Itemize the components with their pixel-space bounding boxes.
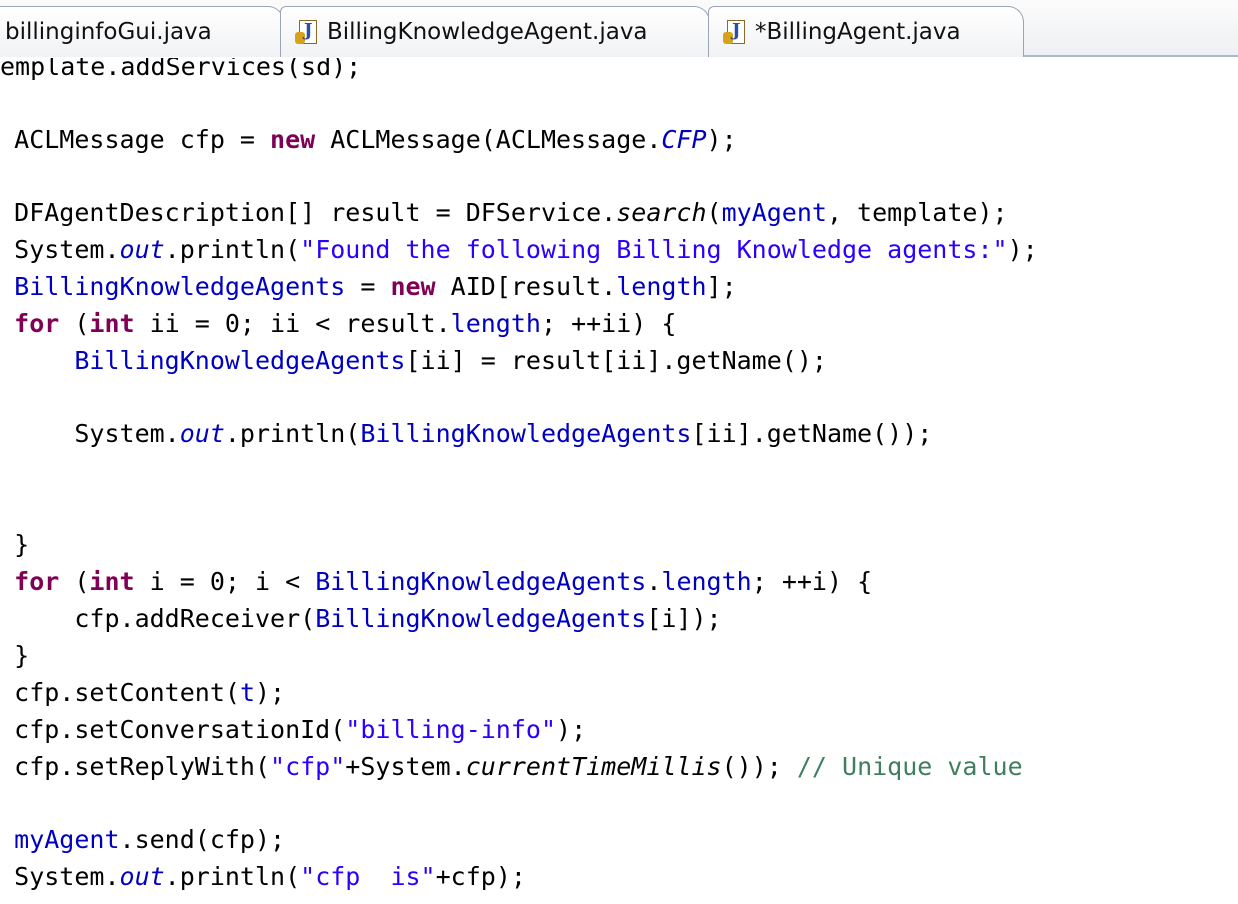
java-file-icon: J: [295, 18, 319, 46]
code-token: search: [616, 198, 707, 227]
code-line: BillingKnowledgeAgents = new AID[result.…: [0, 269, 737, 305]
code-token: DFAgentDescription[] result = DFService.: [0, 198, 617, 227]
code-token: "cfp is": [300, 862, 436, 891]
code-line: cfp.setContent(t);: [0, 675, 285, 711]
code-token: currentTimeMillis: [465, 752, 722, 781]
editor-tab-bar: billinginfoGui.java J BillingKnowledgeAg…: [0, 0, 1238, 57]
tab-billinginfogui[interactable]: billinginfoGui.java: [0, 6, 284, 57]
code-token: emplate.addServices(sd);: [0, 58, 362, 81]
code-token: ACLMessage(ACLMessage.: [315, 125, 662, 154]
code-line: myAgent.send(cfp);: [0, 822, 285, 858]
code-token: new: [270, 125, 316, 154]
code-token: t: [239, 678, 255, 707]
code-line: emplate.addServices(sd);: [0, 58, 361, 85]
code-token: [ii].getName());: [691, 419, 933, 448]
code-token: =: [345, 272, 391, 301]
code-token: (: [59, 567, 90, 596]
code-line: ACLMessage cfp = new ACLMessage(ACLMessa…: [0, 122, 737, 158]
code-token: cfp.setContent(: [14, 678, 240, 707]
code-token: ACLMessage cfp =: [14, 125, 255, 154]
code-token: myAgent: [14, 825, 120, 854]
java-file-icon: J: [723, 18, 747, 46]
code-token: cfp.setReplyWith(: [14, 752, 271, 781]
code-token: +System.: [345, 752, 466, 781]
code-token: BillingKnowledgeAgents: [315, 567, 647, 596]
code-token: .println(: [164, 235, 301, 264]
code-token: .println(: [164, 862, 301, 891]
code-token: // Unique value: [796, 752, 1023, 781]
code-token: "cfp": [270, 752, 346, 781]
code-token: ];: [706, 272, 737, 301]
code-token: [ii] = result[ii].getName();: [405, 346, 827, 375]
code-token: }: [14, 641, 30, 670]
code-line: System.out.println("cfp is"+cfp);: [0, 859, 526, 895]
code-line: cfp.setConversationId("billing-info");: [0, 712, 586, 748]
code-token: ; ++i) {: [751, 567, 873, 596]
code-token: for: [14, 567, 60, 596]
code-token: out: [119, 235, 165, 264]
code-token: ii = 0; ii < result.: [134, 309, 451, 338]
code-token: System.: [14, 235, 120, 264]
code-token: cfp.addReceiver(: [0, 604, 316, 633]
code-token: );: [1007, 235, 1038, 264]
code-token: cfp.setConversationId(: [0, 715, 346, 744]
code-token: );: [706, 125, 737, 154]
code-token: .send(cfp);: [119, 825, 286, 854]
tab-billingagent[interactable]: J *BillingAgent.java: [708, 6, 1024, 57]
tab-label: *BillingAgent.java: [755, 19, 961, 45]
code-token: [i]);: [646, 604, 722, 633]
code-token: "Found the following Billing Knowledge a…: [300, 235, 1008, 264]
code-line: cfp.addReceiver(BillingKnowledgeAgents[i…: [0, 601, 722, 637]
code-token: for: [14, 309, 60, 338]
code-token: +cfp);: [435, 862, 526, 891]
code-token: new: [390, 272, 436, 301]
tab-label: billinginfoGui.java: [5, 19, 212, 45]
code-token: int: [89, 567, 135, 596]
code-token: BillingKnowledgeAgents: [14, 272, 346, 301]
code-token: CFP: [661, 125, 707, 154]
code-token: length: [661, 567, 752, 596]
code-line: BillingKnowledgeAgents[ii] = result[ii].…: [0, 343, 827, 379]
code-token: BillingKnowledgeAgents: [360, 419, 692, 448]
code-token: (: [706, 198, 722, 227]
code-token: , template);: [826, 198, 1008, 227]
code-token: length: [450, 309, 541, 338]
code-line: System.out.println("Found the following …: [0, 232, 1038, 268]
code-line: }: [0, 527, 29, 563]
code-line: }: [0, 638, 29, 674]
code-token: );: [255, 678, 286, 707]
code-line: System.out.println(BillingKnowledgeAgent…: [0, 416, 932, 452]
code-line: DFAgentDescription[] result = DFService.…: [0, 195, 1008, 231]
code-line: for (int i = 0; i < BillingKnowledgeAgen…: [0, 564, 872, 600]
code-token: );: [556, 715, 587, 744]
code-token: myAgent: [721, 198, 827, 227]
code-line: cfp.setReplyWith("cfp"+System.currentTim…: [0, 749, 1023, 785]
code-token: ; ++ii) {: [540, 309, 677, 338]
code-token: System.: [74, 419, 180, 448]
code-token: (: [59, 309, 90, 338]
tab-label: BillingKnowledgeAgent.java: [327, 19, 648, 45]
code-token: }: [14, 530, 30, 559]
code-editor[interactable]: emplate.addServices(sd); ACLMessage cfp …: [0, 58, 1238, 904]
code-token: .: [646, 567, 662, 596]
code-token: out: [119, 862, 165, 891]
code-token: i = 0; i <: [134, 567, 316, 596]
code-token: ());: [721, 752, 797, 781]
code-token: length: [616, 272, 707, 301]
code-token: BillingKnowledgeAgents: [74, 346, 406, 375]
tab-billingknowledgeagent[interactable]: J BillingKnowledgeAgent.java: [280, 6, 710, 57]
code-token: "billing-info": [345, 715, 557, 744]
code-token: .println(: [224, 419, 361, 448]
code-token: AID[result.: [435, 272, 617, 301]
code-token: out: [179, 419, 225, 448]
code-line: for (int ii = 0; ii < result.length; ++i…: [0, 306, 676, 342]
code-token: BillingKnowledgeAgents: [315, 604, 647, 633]
code-token: System.: [14, 862, 120, 891]
code-token: int: [89, 309, 135, 338]
